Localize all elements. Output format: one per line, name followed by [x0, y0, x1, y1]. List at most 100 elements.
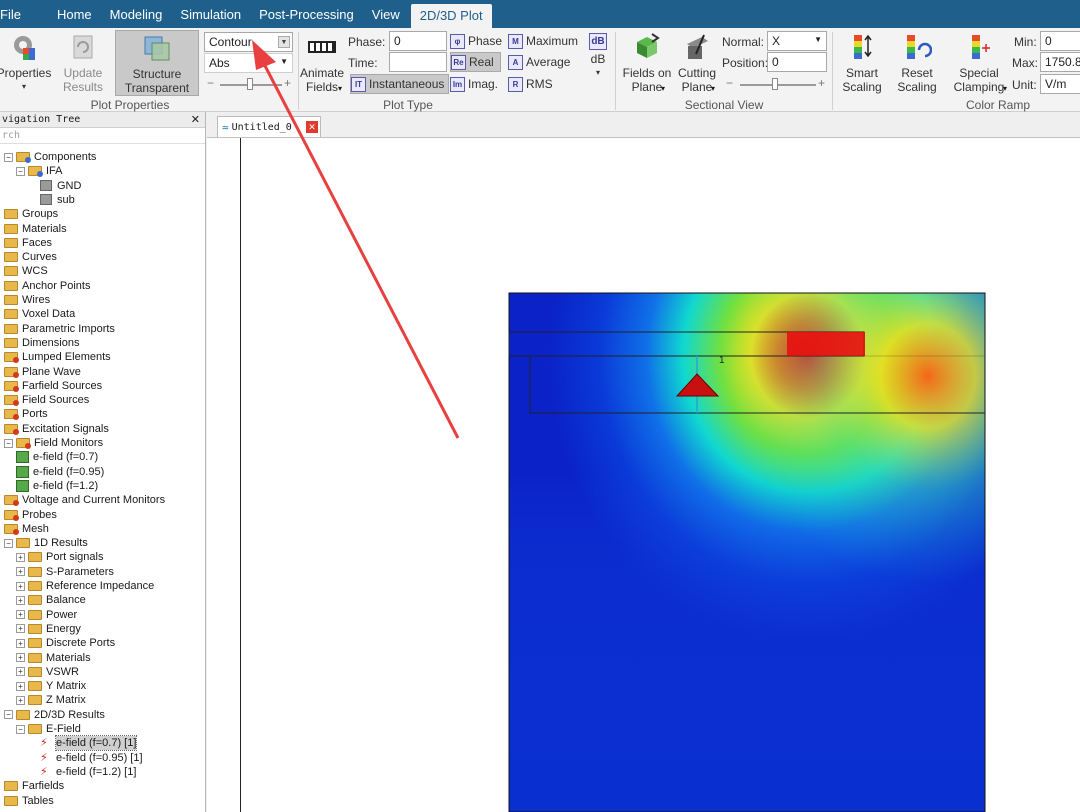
close-icon[interactable]: ✕: [306, 121, 318, 133]
unit-select[interactable]: V/m: [1040, 74, 1080, 94]
document-tab[interactable]: ≈ Untitled_0 ✕: [217, 116, 321, 137]
expand-icon[interactable]: +: [16, 595, 25, 605]
special-clamping-button[interactable]: Special Clamping: [948, 30, 1010, 94]
real-button[interactable]: Re Real: [450, 52, 501, 72]
normal-select[interactable]: X ▼: [767, 31, 827, 51]
expand-icon[interactable]: +: [16, 567, 25, 577]
tree-item-efield-f12-result[interactable]: ⚡ e-field (f=1.2) [1]: [40, 765, 136, 779]
3d-viewport[interactable]: 1: [207, 138, 1080, 812]
menu-file[interactable]: File: [0, 0, 30, 28]
tree-item-z-matrix[interactable]: + Z Matrix: [16, 693, 86, 707]
tree-item-s-parameters[interactable]: + S-Parameters: [16, 565, 114, 579]
tree-item-e-field[interactable]: − E-Field: [16, 722, 81, 736]
tree-item-mesh[interactable]: Mesh: [4, 522, 49, 536]
tree-item-port-signals[interactable]: + Port signals: [16, 550, 103, 564]
tree-item-monitor-f07[interactable]: e-field (f=0.7): [16, 450, 98, 464]
position-input[interactable]: 0: [767, 52, 827, 72]
tree-item-components[interactable]: − Components: [4, 150, 96, 164]
tree-item-farfields[interactable]: Farfields: [4, 779, 64, 793]
expand-icon[interactable]: +: [16, 667, 25, 677]
tree-item-ports[interactable]: Ports: [4, 407, 48, 421]
field-component-select[interactable]: Abs ▼: [204, 53, 293, 73]
menu-simulation[interactable]: Simulation: [171, 0, 250, 28]
reset-scaling-button[interactable]: Reset Scaling: [893, 30, 941, 94]
tree-item-voltage-current-monitors[interactable]: Voltage and Current Monitors: [4, 493, 165, 507]
update-results-button[interactable]: Update Results: [60, 30, 106, 94]
collapse-icon[interactable]: −: [16, 166, 25, 176]
menu-2d3d-plot[interactable]: 2D/3D Plot: [410, 4, 492, 28]
tree-item-discrete-ports[interactable]: + Discrete Ports: [16, 636, 115, 650]
chevron-down-icon[interactable]: ▼: [278, 36, 290, 48]
structure-transparent-button[interactable]: Structure Transparent: [115, 30, 199, 96]
tree-item-field-monitors[interactable]: − Field Monitors: [4, 436, 103, 450]
min-input[interactable]: 0: [1040, 31, 1080, 51]
tree-item-balance[interactable]: + Balance: [16, 593, 86, 607]
collapse-icon[interactable]: −: [16, 724, 25, 734]
menu-post-processing[interactable]: Post-Processing: [250, 0, 363, 28]
expand-icon[interactable]: +: [16, 552, 25, 562]
tree-item-anchor-points[interactable]: Anchor Points: [4, 279, 90, 293]
plus-icon[interactable]: +: [284, 76, 291, 90]
menu-view[interactable]: View: [363, 0, 409, 28]
tree-item-plane-wave[interactable]: Plane Wave: [4, 365, 81, 379]
tree-item-groups[interactable]: Groups: [4, 207, 58, 221]
average-button[interactable]: A Average: [508, 52, 570, 72]
plot-slider-thumb[interactable]: [247, 78, 253, 90]
close-icon[interactable]: ✕: [191, 112, 200, 128]
tree-item-energy[interactable]: + Energy: [16, 622, 81, 636]
tree-item-materials[interactable]: Materials: [4, 222, 67, 236]
tree-item-farfield-sources[interactable]: Farfield Sources: [4, 379, 102, 393]
tree-item-parametric-imports[interactable]: Parametric Imports: [4, 322, 115, 336]
tree-item-dimensions[interactable]: Dimensions: [4, 336, 79, 350]
menu-home[interactable]: Home: [48, 0, 101, 28]
rms-button[interactable]: R RMS: [508, 74, 553, 94]
expand-icon[interactable]: +: [16, 610, 25, 620]
imag-button[interactable]: Im Imag.: [450, 74, 498, 94]
maximum-button[interactable]: M Maximum: [508, 31, 578, 51]
tree-item-field-sources[interactable]: Field Sources: [4, 393, 89, 407]
minus-icon[interactable]: −: [726, 76, 733, 90]
position-slider-thumb[interactable]: [772, 78, 778, 90]
tree-item-voxel-data[interactable]: Voxel Data: [4, 307, 75, 321]
expand-icon[interactable]: +: [16, 695, 25, 705]
tree-item-sub[interactable]: sub: [40, 193, 75, 207]
tree-item-wires[interactable]: Wires: [4, 293, 50, 307]
phase-input[interactable]: 0: [389, 31, 447, 51]
tree-item-tables[interactable]: Tables: [4, 794, 54, 808]
tree-item-power[interactable]: + Power: [16, 608, 77, 622]
max-input[interactable]: 1750.85: [1040, 52, 1080, 72]
smart-scaling-button[interactable]: Smart Scaling: [838, 30, 886, 94]
instantaneous-button[interactable]: IT Instantaneous: [350, 74, 450, 94]
tree-item-monitor-f095[interactable]: e-field (f=0.95): [16, 465, 104, 479]
tree-item-result-materials[interactable]: + Materials: [16, 651, 91, 665]
tree-item-lumped-elements[interactable]: Lumped Elements: [4, 350, 111, 364]
tree-item-excitation-signals[interactable]: Excitation Signals: [4, 422, 109, 436]
expand-icon[interactable]: +: [16, 581, 25, 591]
tree-item-curves[interactable]: Curves: [4, 250, 57, 264]
tree-item-2d3d-results[interactable]: − 2D/3D Results: [4, 708, 105, 722]
tree-item-1d-results[interactable]: − 1D Results: [4, 536, 88, 550]
tree-item-efield-f07-result[interactable]: ⚡ e-field (f=0.7) [1]: [40, 735, 138, 752]
collapse-icon[interactable]: −: [4, 538, 13, 548]
tree-item-wcs[interactable]: WCS: [4, 264, 48, 278]
minus-icon[interactable]: −: [207, 76, 214, 90]
fields-on-plane-button[interactable]: Fields on Plane: [620, 30, 674, 94]
expand-icon[interactable]: +: [16, 653, 25, 662]
tree-item-reference-impedance[interactable]: + Reference Impedance: [16, 579, 154, 593]
tree-item-monitor-f12[interactable]: e-field (f=1.2): [16, 479, 98, 493]
position-slider[interactable]: [740, 84, 816, 86]
tree-item-probes[interactable]: Probes: [4, 508, 57, 522]
tree-item-faces[interactable]: Faces: [4, 236, 52, 250]
expand-icon[interactable]: +: [16, 624, 25, 634]
expand-icon[interactable]: +: [16, 638, 25, 648]
plus-icon[interactable]: +: [818, 76, 825, 90]
collapse-icon[interactable]: −: [4, 438, 13, 448]
menu-modeling[interactable]: Modeling: [101, 0, 172, 28]
tree-item-efield-f095-result[interactable]: ⚡ e-field (f=0.95) [1]: [40, 751, 143, 765]
tree-search-input[interactable]: rch: [0, 128, 205, 144]
tree-item-ifa[interactable]: − IFA: [16, 164, 63, 178]
tree-item-vswr[interactable]: + VSWR: [16, 665, 79, 679]
tree-item-gnd[interactable]: GND: [40, 179, 81, 193]
tree-item-y-matrix[interactable]: + Y Matrix: [16, 679, 86, 693]
collapse-icon[interactable]: −: [4, 152, 13, 162]
